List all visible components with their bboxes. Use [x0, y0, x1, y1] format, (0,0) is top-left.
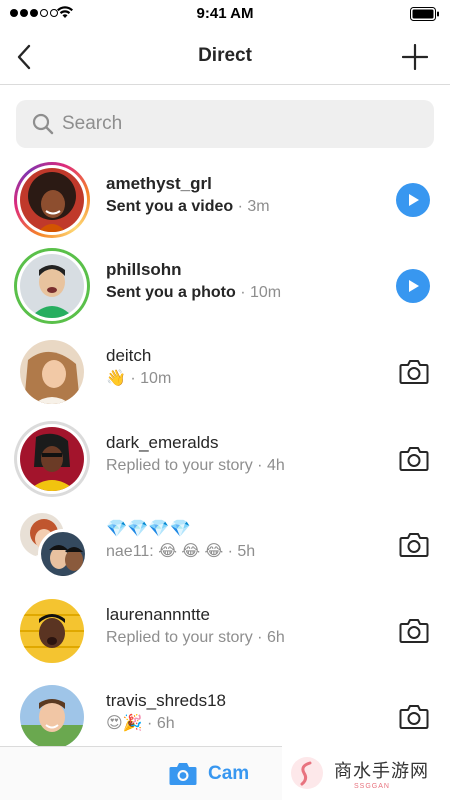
avatar[interactable] [14, 421, 90, 497]
avatar[interactable] [14, 593, 90, 669]
thread-row[interactable]: deitch 👋 · 10m [0, 329, 450, 415]
watermark: 商水手游网 SSGGAN [282, 746, 450, 800]
thread-time: 6h [266, 629, 285, 646]
search-bar[interactable] [16, 100, 434, 148]
camera-icon [399, 533, 429, 557]
search-input[interactable] [62, 113, 402, 135]
avatar-photo [20, 599, 84, 663]
watermark-subtext: SSGGAN [354, 782, 390, 790]
new-message-button[interactable] [400, 42, 430, 72]
thread-time: 4h [266, 457, 285, 474]
play-icon [409, 280, 419, 292]
avatar-photo [20, 254, 84, 318]
camera-button[interactable] [398, 615, 430, 647]
thread-row[interactable]: dark_emeralds Replied to your story · 4h [0, 416, 450, 502]
play-icon [409, 194, 419, 206]
avatar-photo [38, 529, 88, 579]
thread-time: 10m [250, 284, 282, 301]
avatar[interactable] [14, 334, 90, 410]
camera-icon [399, 447, 429, 471]
status-time: 9:41 AM [196, 5, 254, 22]
thread-username: dark_emeralds [106, 433, 219, 452]
status-bar: 9:41 AM [0, 0, 450, 28]
thread-message: 😍🎉 [106, 715, 143, 732]
avatar[interactable] [14, 679, 90, 755]
thread-time: 10m [140, 370, 172, 387]
thread-message: Sent you a photo [106, 284, 236, 301]
camera-icon [399, 705, 429, 729]
avatar-photo [20, 427, 84, 491]
avatar[interactable] [14, 248, 90, 324]
thread-username: 💎💎💎💎 [106, 519, 191, 538]
thread-message: Sent you a video [106, 198, 234, 215]
camera-button[interactable] [398, 443, 430, 475]
watermark-text: 商水手游网 [334, 760, 429, 781]
thread-message: Replied to your story [106, 457, 253, 474]
thread-username: travis_shreds18 [106, 691, 227, 710]
avatar-photo [20, 685, 84, 749]
play-button[interactable] [396, 183, 430, 217]
camera-icon [399, 619, 429, 643]
thread-username: phillsohn [106, 260, 182, 279]
avatar-photo [20, 340, 84, 404]
navigation-bar: Direct [0, 28, 450, 85]
thread-username: laurenannntte [106, 605, 210, 624]
thread-row[interactable]: phillsohn Sent you a photo · 10m [0, 243, 450, 329]
camera-button[interactable] [398, 701, 430, 733]
camera-button[interactable] [398, 356, 430, 388]
avatar-photo [20, 168, 84, 232]
thread-username: amethyst_grl [106, 174, 212, 193]
thread-row[interactable]: amethyst_grl Sent you a video · 3m [0, 157, 450, 243]
camera-button[interactable] [398, 529, 430, 561]
camera-icon [399, 360, 429, 384]
thread-message: Replied to your story [106, 629, 253, 646]
thread-message: nae11: 😂 😂 😂 [106, 543, 224, 560]
thread-time: 6h [156, 715, 175, 732]
plus-icon [402, 44, 428, 70]
thread-time: 5h [237, 543, 256, 560]
play-button[interactable] [396, 269, 430, 303]
camera-bar-button[interactable]: Cam [168, 761, 249, 787]
thread-time: 3m [247, 198, 270, 215]
watermark-logo-icon [291, 757, 323, 789]
group-avatar[interactable] [14, 507, 90, 583]
camera-label: Cam [208, 763, 250, 784]
avatar[interactable] [14, 162, 90, 238]
search-icon [32, 113, 54, 135]
thread-row[interactable]: laurenannntte Replied to your story · 6h [0, 588, 450, 674]
thread-row[interactable]: 💎💎💎💎 nae11: 😂 😂 😂 · 5h [0, 502, 450, 588]
thread-message: 👋 [106, 370, 126, 387]
page-title: Direct [198, 45, 252, 66]
thread-username: deitch [106, 346, 152, 365]
battery-icon [410, 7, 440, 26]
camera-filled-icon [169, 763, 197, 785]
